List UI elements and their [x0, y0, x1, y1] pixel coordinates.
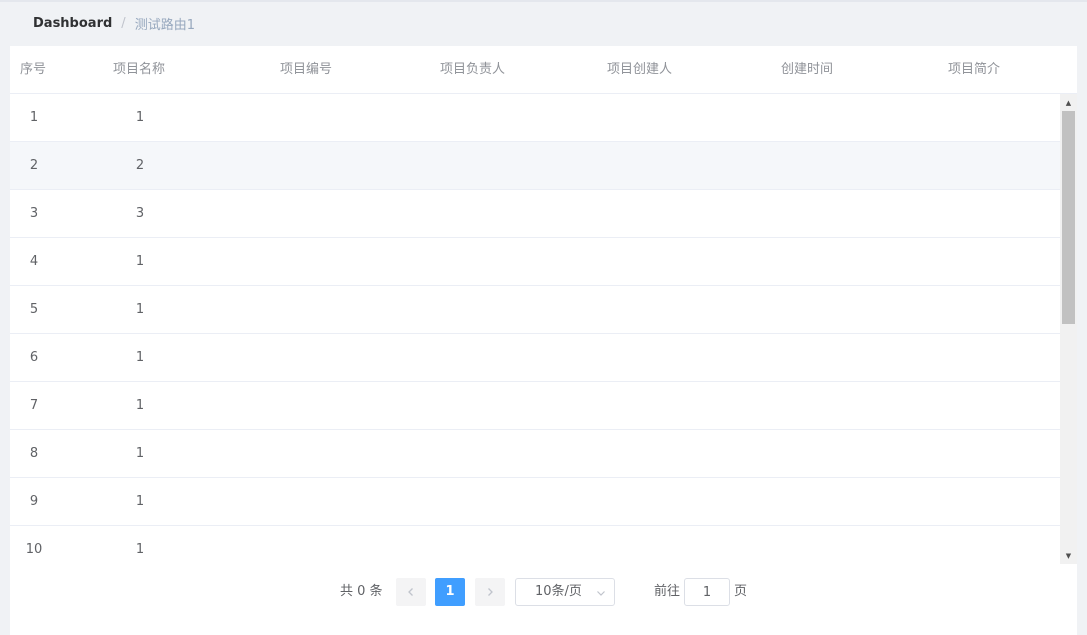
column-header-created-time: 创建时间 [781, 62, 834, 77]
pagination-total: 共 0 条 [340, 584, 383, 599]
cell-index: 10 [25, 542, 43, 557]
cell-index: 6 [29, 350, 39, 365]
table-row[interactable]: 81 [10, 430, 1060, 478]
breadcrumb-current: 测试路由1 [134, 17, 195, 33]
cell-index: 4 [29, 254, 39, 269]
cell-project-name: 1 [135, 302, 145, 317]
cell-index: 9 [29, 494, 39, 509]
cell-index: 1 [29, 110, 39, 125]
goto-suffix: 页 [734, 584, 748, 599]
page-number-current[interactable]: 1 [435, 578, 465, 606]
table-body: 1 1 2 2 3 3 4 1 5 1 6 1 7 1 8 1 9 1 10 1 ▲ ▼ [10, 94, 1077, 564]
scrollbar-thumb[interactable] [1062, 111, 1075, 324]
chevron-left-icon [408, 588, 413, 596]
cell-index: 3 [29, 206, 39, 221]
cell-index: 5 [29, 302, 39, 317]
column-header-index: 序号 [20, 62, 47, 77]
table-row[interactable]: 22 [10, 142, 1060, 190]
table-row[interactable]: 33 [10, 190, 1060, 238]
table-card: 序号 项目名称 项目编号 项目负责人 项目创建人 创建时间 项目简介 11223… [10, 46, 1077, 635]
table-header: 序号 项目名称 项目编号 项目负责人 项目创建人 创建时间 项目简介 [10, 46, 1077, 94]
chevron-right-icon [488, 588, 493, 596]
table-row[interactable]: 71 [10, 382, 1060, 430]
page-size-select[interactable]: 10条/页 [515, 578, 615, 606]
breadcrumb-separator: / [121, 15, 126, 31]
table-rows: 1 1 2 2 3 3 4 1 5 1 6 1 7 1 8 1 9 1 10 1 [10, 94, 1060, 564]
column-header-project-code: 项目编号 [280, 62, 333, 77]
breadcrumb-home-link[interactable]: Dashboard [33, 16, 112, 31]
breadcrumb: Dashboard / 测试路由1 [33, 14, 195, 33]
column-header-project-creator: 项目创建人 [607, 62, 673, 77]
pagination: 共 0 条 1 10条/页 前往 页 [10, 578, 1077, 606]
top-divider [0, 0, 1087, 2]
cell-project-name: 1 [135, 110, 145, 125]
scroll-down-arrow-icon[interactable]: ▼ [1060, 547, 1077, 564]
table-scrollbar[interactable]: ▲ ▼ [1060, 94, 1077, 564]
column-header-project-lead: 项目负责人 [440, 62, 506, 77]
cell-project-name: 1 [135, 254, 145, 269]
cell-project-name: 1 [135, 446, 145, 461]
goto-page-input[interactable] [684, 578, 730, 606]
page-size-value: 10条/页 [535, 584, 582, 599]
table-row[interactable]: 41 [10, 238, 1060, 286]
table-row[interactable]: 11 [10, 94, 1060, 142]
goto-label: 前往 [654, 584, 681, 599]
cell-index: 8 [29, 446, 39, 461]
cell-project-name: 1 [135, 494, 145, 509]
table-row[interactable]: 10 1 [10, 526, 1060, 564]
table-row[interactable]: 51 [10, 286, 1060, 334]
cell-project-name: 3 [135, 206, 145, 221]
chevron-down-icon [597, 591, 605, 596]
cell-project-name: 2 [135, 158, 145, 173]
cell-project-name: 1 [135, 542, 145, 557]
cell-index: 2 [29, 158, 39, 173]
cell-index: 7 [29, 398, 39, 413]
next-page-button[interactable] [475, 578, 505, 606]
prev-page-button[interactable] [396, 578, 426, 606]
column-header-project-name: 项目名称 [113, 62, 166, 77]
table-row[interactable]: 61 [10, 334, 1060, 382]
scroll-up-arrow-icon[interactable]: ▲ [1060, 94, 1077, 111]
table-row[interactable]: 91 [10, 478, 1060, 526]
column-header-project-summary: 项目简介 [948, 62, 1001, 77]
cell-project-name: 1 [135, 350, 145, 365]
cell-project-name: 1 [135, 398, 145, 413]
